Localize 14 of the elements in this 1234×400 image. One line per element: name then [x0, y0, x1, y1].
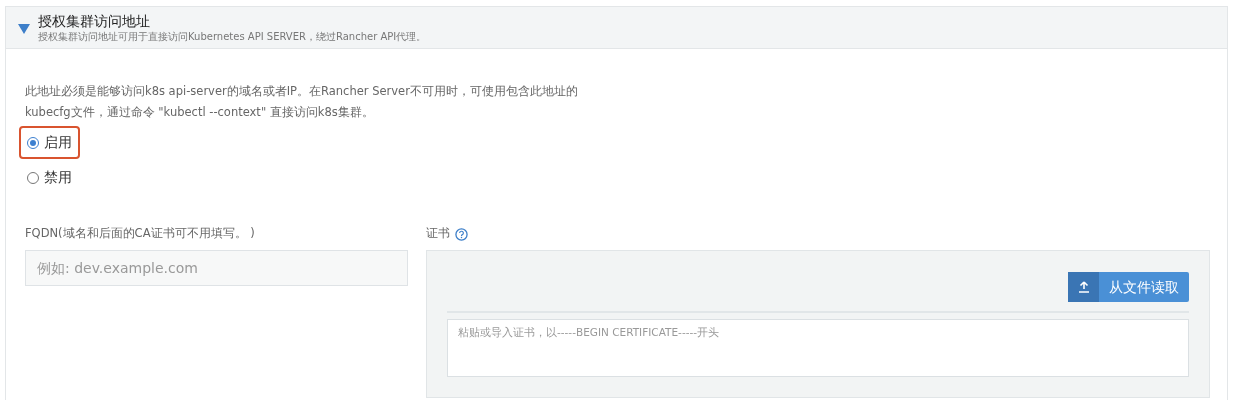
certificate-text-area[interactable]: 粘贴或导入证书，以-----BEGIN CERTIFICATE-----开头 [447, 319, 1189, 377]
section-subtitle: 授权集群访问地址可用于直接访问Kubernetes API SERVER，绕过Rancher API代理。 [38, 30, 427, 44]
section-title: 授权集群访问地址 [38, 12, 151, 30]
help-icon[interactable] [455, 227, 468, 241]
field-label: FQDN(域名和后面的CA证书可不用填写。 ) [25, 225, 255, 243]
radio-option[interactable]: 禁用 [19, 161, 80, 194]
highlighted-radio-option[interactable]: 启用 [19, 126, 80, 159]
description-text: kubecfg文件，通过命令 "kubectl --context" 直接访问k8s集群。 [25, 104, 375, 121]
section-header[interactable]: 授权集群访问地址 授权集群访问地址可用于直接访问Kubernetes API SERVER，绕过Rancher API代理。 [6, 7, 1227, 49]
field-label: 证书 [426, 225, 450, 243]
collapse-triangle-icon[interactable] [18, 24, 30, 34]
fqdn-input-field[interactable]: 例如: dev.example.com [25, 250, 408, 286]
upload-icon [1077, 281, 1090, 293]
description-text: 此地址必须是能够访问k8s api-server的域名或者IP。在Rancher Server不可用时，可使用包含此地址的 [25, 83, 579, 100]
